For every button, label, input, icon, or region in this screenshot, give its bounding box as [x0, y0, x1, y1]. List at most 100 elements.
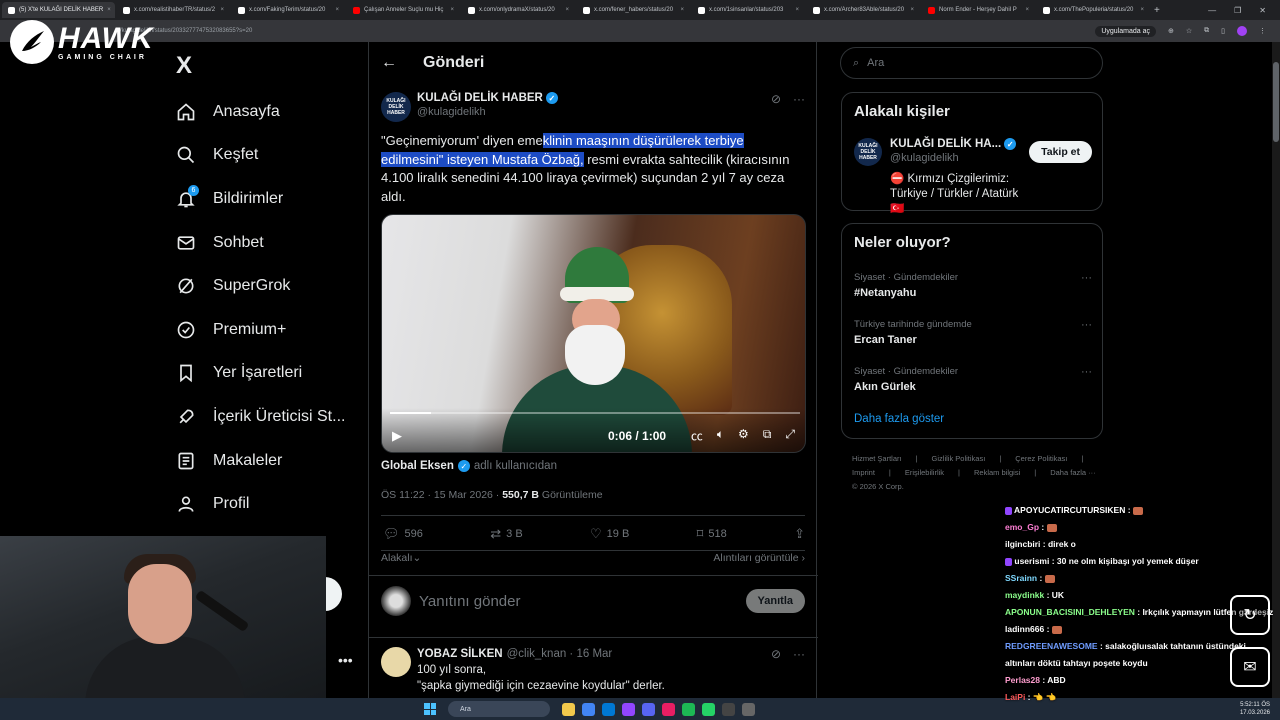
taskbar-search[interactable]: Ara — [448, 701, 550, 717]
user-avatar[interactable] — [381, 586, 411, 616]
browser-tab[interactable]: x.com/1sinsanlar/status/203 × — [692, 2, 805, 18]
person-avatar[interactable]: KULAĞI DELİK HABER — [854, 138, 882, 166]
sidebar-item-0[interactable]: Anasayfa — [175, 90, 365, 134]
sidebar-item-1[interactable]: Keşfet — [175, 134, 365, 178]
footer-link[interactable]: Gizlilik Politikası — [932, 453, 986, 464]
edge-icon[interactable] — [602, 702, 615, 716]
reply-button[interactable]: Yanıtla — [745, 589, 805, 613]
whatsapp-icon[interactable] — [702, 702, 715, 716]
close-tab-icon[interactable]: × — [795, 7, 799, 13]
fullscreen-icon[interactable]: ⤢ — [785, 427, 795, 444]
person-row[interactable]: KULAĞI DELİK HABER KULAĞI DELİK HA... ✓ @… — [854, 138, 1092, 217]
close-tab-icon[interactable]: × — [335, 7, 339, 13]
grok-icon[interactable]: ⊘ — [771, 647, 781, 661]
show-more-link[interactable]: Daha fazla göster — [854, 413, 944, 425]
reply-author-avatar[interactable] — [381, 647, 411, 677]
captions-icon[interactable]: ㏄ — [691, 427, 703, 444]
reply-input[interactable]: Yanıtını gönder — [419, 593, 746, 610]
open-in-app-button[interactable]: Uygulamada aç — [1095, 25, 1156, 37]
more-options-icon[interactable]: ··· — [793, 647, 805, 661]
source-name[interactable]: Global Eksen — [381, 460, 454, 472]
volume-icon[interactable]: 🔈︎ — [717, 427, 724, 444]
obs-icon[interactable] — [722, 702, 735, 716]
close-tab-icon[interactable]: × — [1025, 7, 1029, 13]
browser-tab[interactable]: x.com/ThePopuleria/status/20 × — [1037, 2, 1150, 18]
windows-start-icon[interactable] — [424, 703, 436, 715]
close-tab-icon[interactable]: × — [565, 7, 569, 13]
browser-tab[interactable]: Norm Ender - Herşey Dahil P × — [922, 2, 1035, 18]
more-options-icon[interactable]: ··· — [1081, 366, 1092, 378]
discord-icon[interactable] — [642, 702, 655, 716]
browser-tab[interactable]: x.com/onlydramaX/status/20 × — [462, 2, 575, 18]
reply-tweet[interactable]: YOBAZ SİLKEN @clik_knan · 16 Mar ⊘ ··· 10… — [381, 647, 805, 694]
sidebar-item-2[interactable]: 6 Bildirimler — [175, 177, 365, 221]
play-icon[interactable]: ▶ — [392, 428, 402, 444]
new-tab-button[interactable]: + — [1154, 5, 1160, 16]
close-tab-icon[interactable]: × — [680, 7, 684, 13]
share-action[interactable]: ⇪ — [794, 526, 805, 542]
sidebar-item-5[interactable]: Premium+ — [175, 308, 365, 352]
close-tab-icon[interactable]: × — [1140, 7, 1144, 13]
like-action[interactable]: ♡ 19 B — [590, 526, 629, 542]
menu-icon[interactable]: ⋮ — [1259, 27, 1266, 35]
maximize-button[interactable]: ❐ — [1234, 6, 1241, 15]
x-logo-icon[interactable]: X — [176, 52, 192, 80]
author-handle[interactable]: @kulagidelikh — [417, 106, 558, 118]
browser-tab[interactable]: x.com/Archer83Able/status/20 × — [807, 2, 920, 18]
trend-item[interactable]: Siyaset · Gündemdekiler Akın Gürlek ··· — [854, 366, 1092, 393]
scrollbar-thumb[interactable] — [1273, 62, 1279, 142]
pip-icon[interactable]: ⧉ — [763, 427, 772, 444]
extensions-icon[interactable]: ⧉ — [1204, 27, 1209, 35]
more-options-icon[interactable]: ··· — [1081, 272, 1092, 284]
zoom-icon[interactable]: ⊕ — [1168, 27, 1174, 35]
app-icon[interactable] — [742, 702, 755, 716]
minimize-button[interactable]: — — [1208, 6, 1216, 15]
close-tab-icon[interactable]: × — [450, 7, 454, 13]
sidebar-item-3[interactable]: Sohbet — [175, 221, 365, 265]
footer-link[interactable]: Reklam bilgisi — [974, 467, 1020, 478]
close-tab-icon[interactable]: × — [107, 7, 111, 13]
reply-author-name[interactable]: YOBAZ SİLKEN — [417, 648, 503, 660]
bookmark-action[interactable]: ⌑ 518 — [697, 526, 727, 542]
footer-link[interactable]: Erişilebilirlik — [905, 467, 944, 478]
footer-link[interactable]: Çerez Politikası — [1015, 453, 1067, 464]
author-name[interactable]: KULAĞI DELİK HABER — [417, 92, 543, 104]
back-arrow-icon[interactable]: ← — [381, 54, 401, 72]
sidebar-item-7[interactable]: İçerik Üreticisi St... — [175, 395, 365, 439]
profile-avatar[interactable] — [1237, 26, 1247, 36]
video-progress-bar[interactable] — [390, 412, 800, 414]
reply-author-handle[interactable]: @clik_knan · 16 Mar — [507, 648, 613, 660]
trend-item[interactable]: Türkiye tarihinde gündemde Ercan Taner ··· — [854, 319, 1092, 346]
footer-link[interactable]: © 2026 X Corp. — [852, 481, 904, 492]
star-icon[interactable]: ☆ — [1186, 27, 1192, 35]
search-input[interactable]: ⌕ Ara — [840, 47, 1103, 79]
reply-action[interactable]: 💬︎ 596 — [383, 526, 423, 542]
footer-link[interactable]: Daha fazla ··· — [1050, 467, 1095, 478]
author-avatar[interactable]: KULAĞI DELİK HABER — [381, 92, 411, 122]
explorer-icon[interactable] — [562, 702, 575, 716]
browser-tab[interactable]: Çalışan Anneler Suçlu mu Hiç × — [347, 2, 460, 18]
repost-action[interactable]: ⇄ 3 B — [490, 526, 522, 542]
sidebar-item-8[interactable]: Makaleler — [175, 439, 365, 483]
more-options-icon[interactable]: ··· — [1081, 319, 1092, 331]
person-name[interactable]: KULAĞI DELİK HA... — [890, 138, 1001, 150]
sidebar-item-9[interactable]: Profil — [175, 482, 365, 526]
close-tab-icon[interactable]: × — [910, 7, 914, 13]
twitch-icon[interactable] — [622, 702, 635, 716]
browser-tab[interactable]: x.com/fener_habers/status/20 × — [577, 2, 690, 18]
settings-icon[interactable]: ⚙ — [738, 427, 749, 444]
account-menu-more-icon[interactable]: ••• — [338, 652, 353, 668]
view-quotes-link[interactable]: Alıntıları görüntüle › — [713, 552, 805, 564]
more-options-icon[interactable]: ··· — [793, 92, 805, 122]
spotify-icon[interactable] — [682, 702, 695, 716]
sidebar-item-4[interactable]: SuperGrok — [175, 264, 365, 308]
relevance-dropdown[interactable]: Alakalı⌄ — [381, 552, 421, 564]
footer-link[interactable]: Imprint — [852, 467, 875, 478]
follow-button[interactable]: Takip et — [1029, 141, 1092, 163]
browser-tab[interactable]: x.com/realistihaberTR/status/2 × — [117, 2, 230, 18]
trend-item[interactable]: Siyaset · Gündemdekiler #Netanyahu ··· — [854, 272, 1092, 299]
close-tab-icon[interactable]: × — [220, 7, 224, 13]
tweet-video[interactable]: ▶ 0:06 / 1:00 ㏄ 🔈︎ ⚙ ⧉ ⤢ — [381, 214, 806, 453]
browser-tab[interactable]: x.com/FakingTerim/status/20 × — [232, 2, 345, 18]
sidebar-icon[interactable]: ▯ — [1221, 27, 1225, 35]
